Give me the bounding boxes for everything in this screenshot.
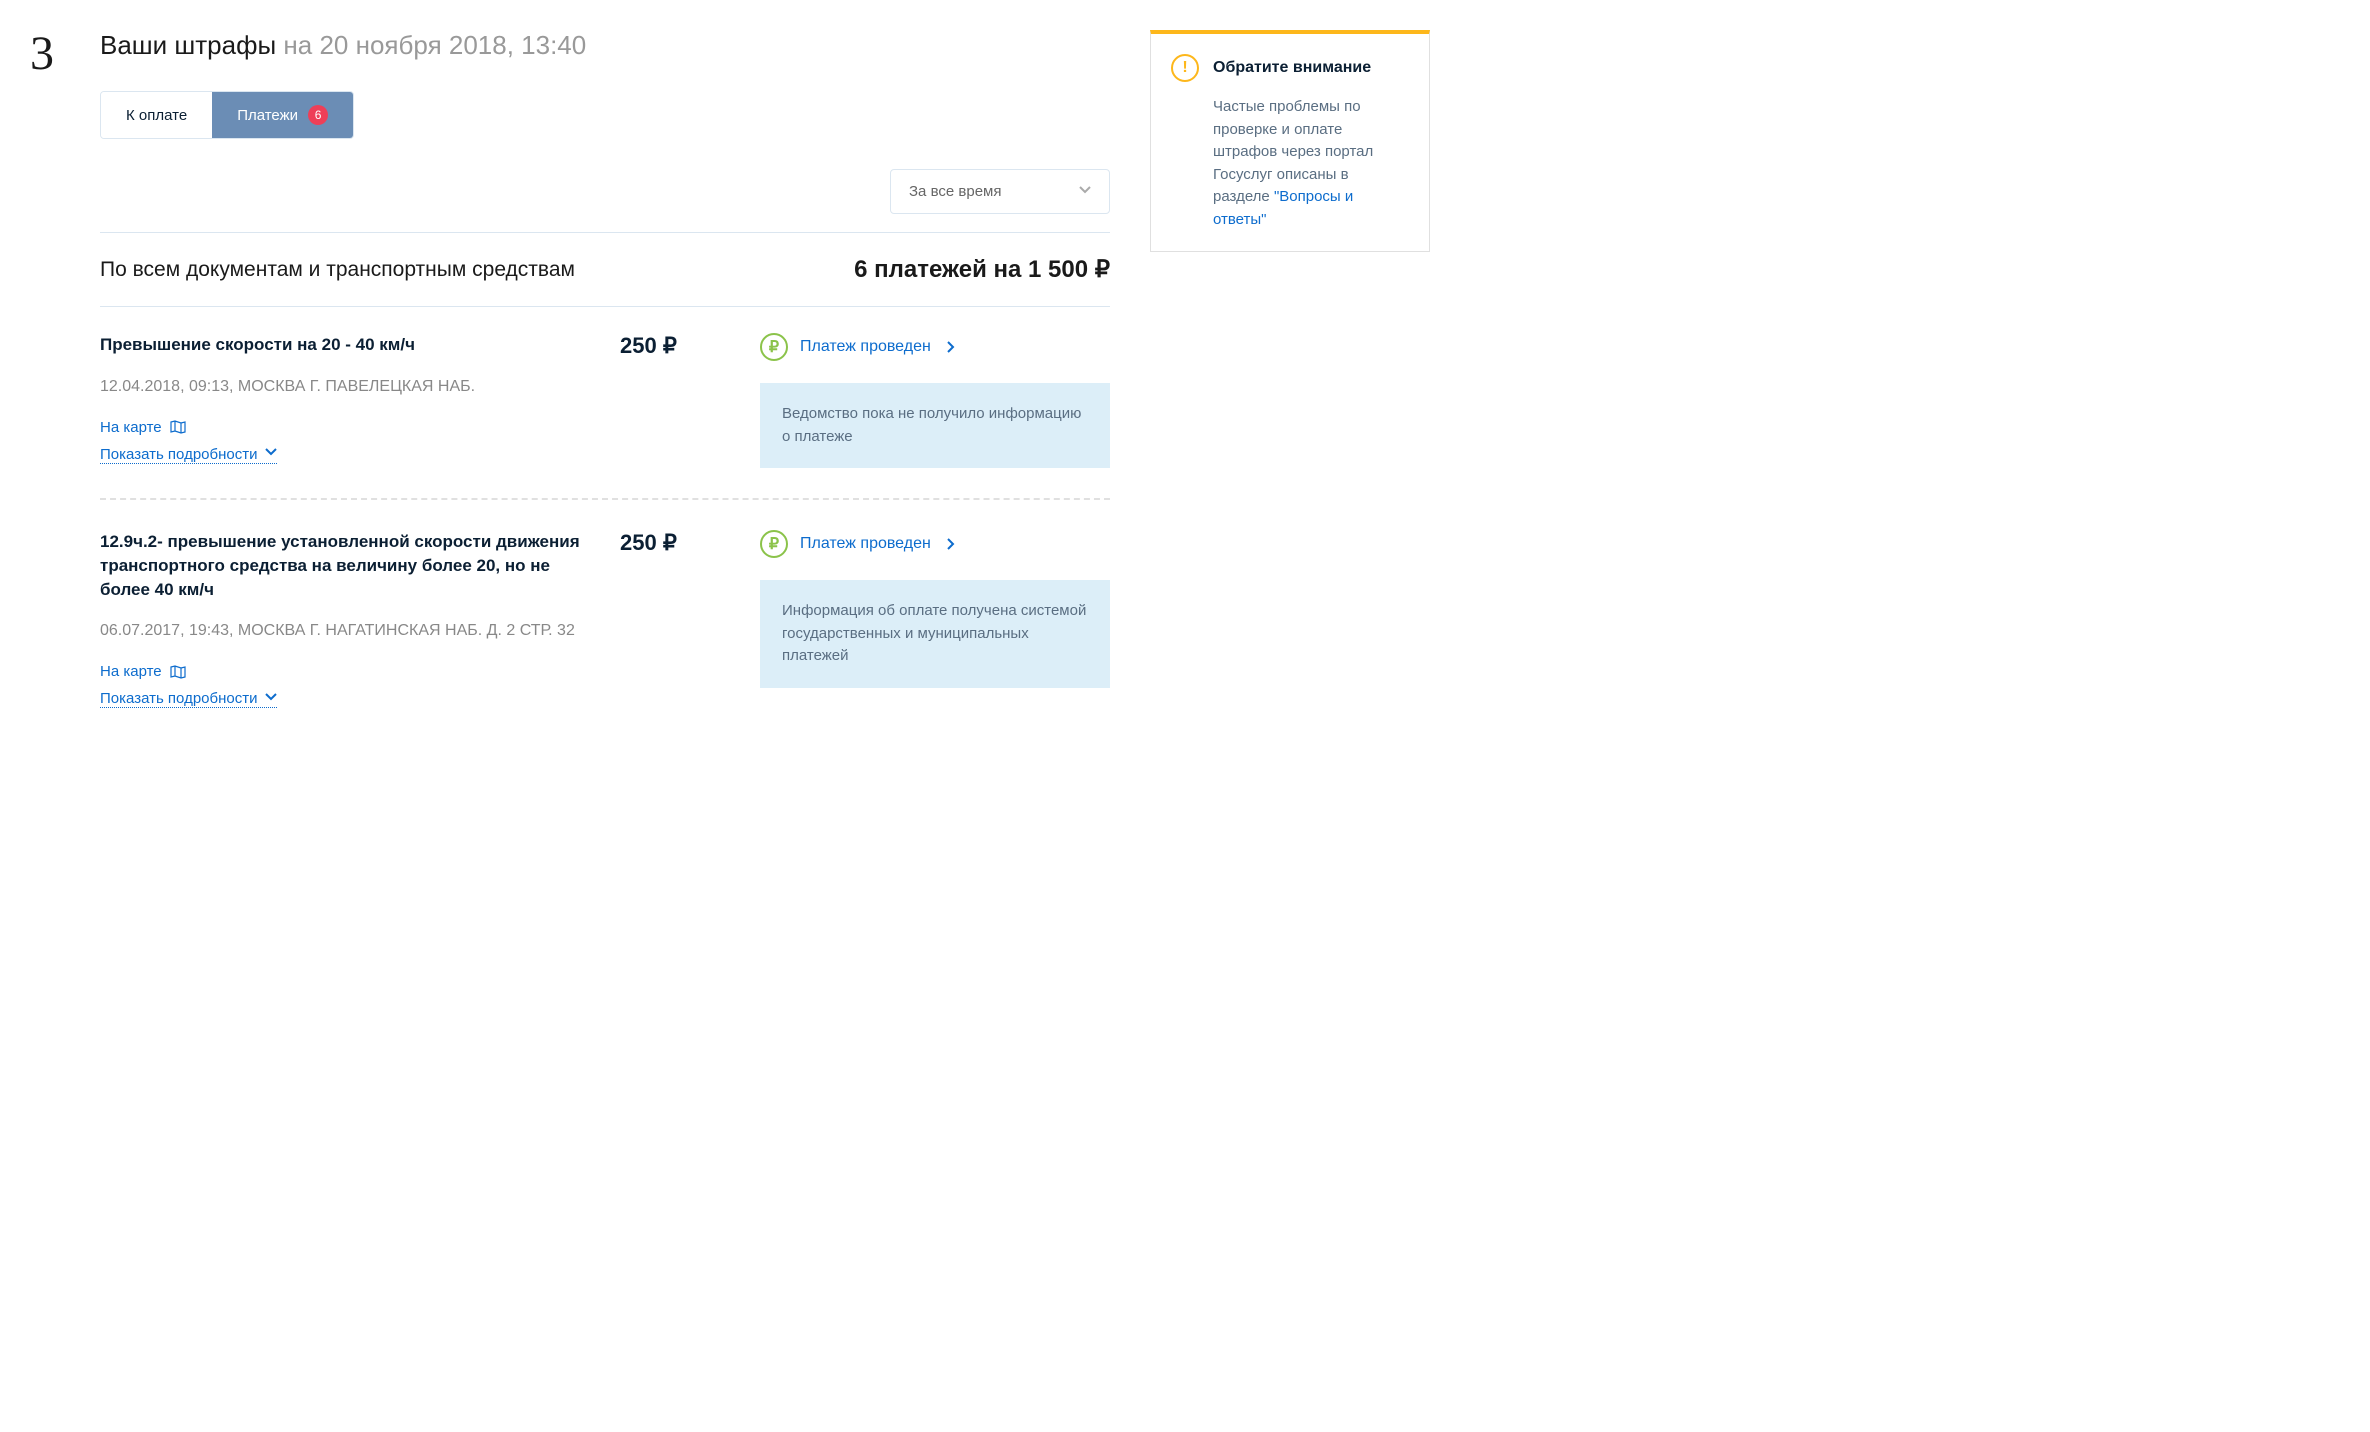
chevron-down-icon [1079,186,1091,198]
status-label: Платеж проведен [800,338,931,356]
ruble-icon: ₽ [760,530,788,558]
map-link-label: На карте [100,663,162,680]
title-text: Ваши штрафы [100,30,276,60]
notice-text: Частые проблемы по проверке и оплате штр… [1171,96,1409,231]
main-content: Ваши штрафы на 20 ноября 2018, 13:40 К о… [100,30,1110,738]
tabs: К оплате Платежи 6 [100,91,354,139]
chevron-down-icon [265,693,277,705]
step-number: 3 [30,30,70,738]
payment-info-box: Информация об оплате получена системой г… [760,580,1110,688]
chevron-right-icon [947,538,955,550]
map-link[interactable]: На карте [100,663,590,680]
notice-title: Обратите внимание [1213,59,1371,77]
payment-info-box: Ведомство пока не получило информацию о … [760,383,1110,468]
ruble-icon: ₽ [760,333,788,361]
period-select[interactable]: За все время [890,169,1110,214]
details-link-label: Показать подробности [100,690,257,707]
tab-payments[interactable]: Платежи 6 [212,92,353,138]
details-link[interactable]: Показать подробности [100,690,277,708]
chevron-down-icon [265,448,277,460]
title-timestamp: на 20 ноября 2018, 13:40 [283,30,586,60]
fine-amount: 250 ₽ [620,530,730,556]
payment-status-link[interactable]: ₽ Платеж проведен [760,530,1110,558]
fine-item: 12.9ч.2- превышение установленной скорос… [100,498,1110,738]
tab-label: К оплате [126,107,187,124]
map-link-label: На карте [100,419,162,436]
summary-description: По всем документам и транспортным средст… [100,258,575,282]
fine-meta: 12.04.2018, 09:13, МОСКВА Г. ПАВЕЛЕЦКАЯ … [100,375,590,399]
sidebar: ! Обратите внимание Частые проблемы по п… [1150,30,1430,738]
tab-to-pay[interactable]: К оплате [101,92,212,138]
select-value: За все время [909,183,1001,200]
details-link[interactable]: Показать подробности [100,446,277,464]
payment-status-link[interactable]: ₽ Платеж проведен [760,333,1110,361]
fine-title: 12.9ч.2- превышение установленной скорос… [100,530,590,601]
fine-item: Превышение скорости на 20 - 40 км/ч 12.0… [100,333,1110,498]
tab-badge: 6 [308,105,328,125]
tab-label: Платежи [237,107,298,124]
map-icon [170,420,186,434]
summary-row: По всем документам и транспортным средст… [100,232,1110,307]
summary-count: 6 платежей на [854,256,1021,283]
chevron-right-icon [947,341,955,353]
status-label: Платеж проведен [800,535,931,553]
fine-meta: 06.07.2017, 19:43, МОСКВА Г. НАГАТИНСКАЯ… [100,619,590,643]
details-link-label: Показать подробности [100,446,257,463]
fine-amount: 250 ₽ [620,333,730,359]
map-icon [170,665,186,679]
map-link[interactable]: На карте [100,419,590,436]
notice-panel: ! Обратите внимание Частые проблемы по п… [1150,30,1430,252]
summary-amount: 1 500 ₽ [1028,256,1110,283]
summary-total: 6 платежей на 1 500 ₽ [854,255,1110,284]
warning-icon: ! [1171,54,1199,82]
page-title: Ваши штрафы на 20 ноября 2018, 13:40 [100,30,1110,61]
fine-title: Превышение скорости на 20 - 40 км/ч [100,333,590,357]
